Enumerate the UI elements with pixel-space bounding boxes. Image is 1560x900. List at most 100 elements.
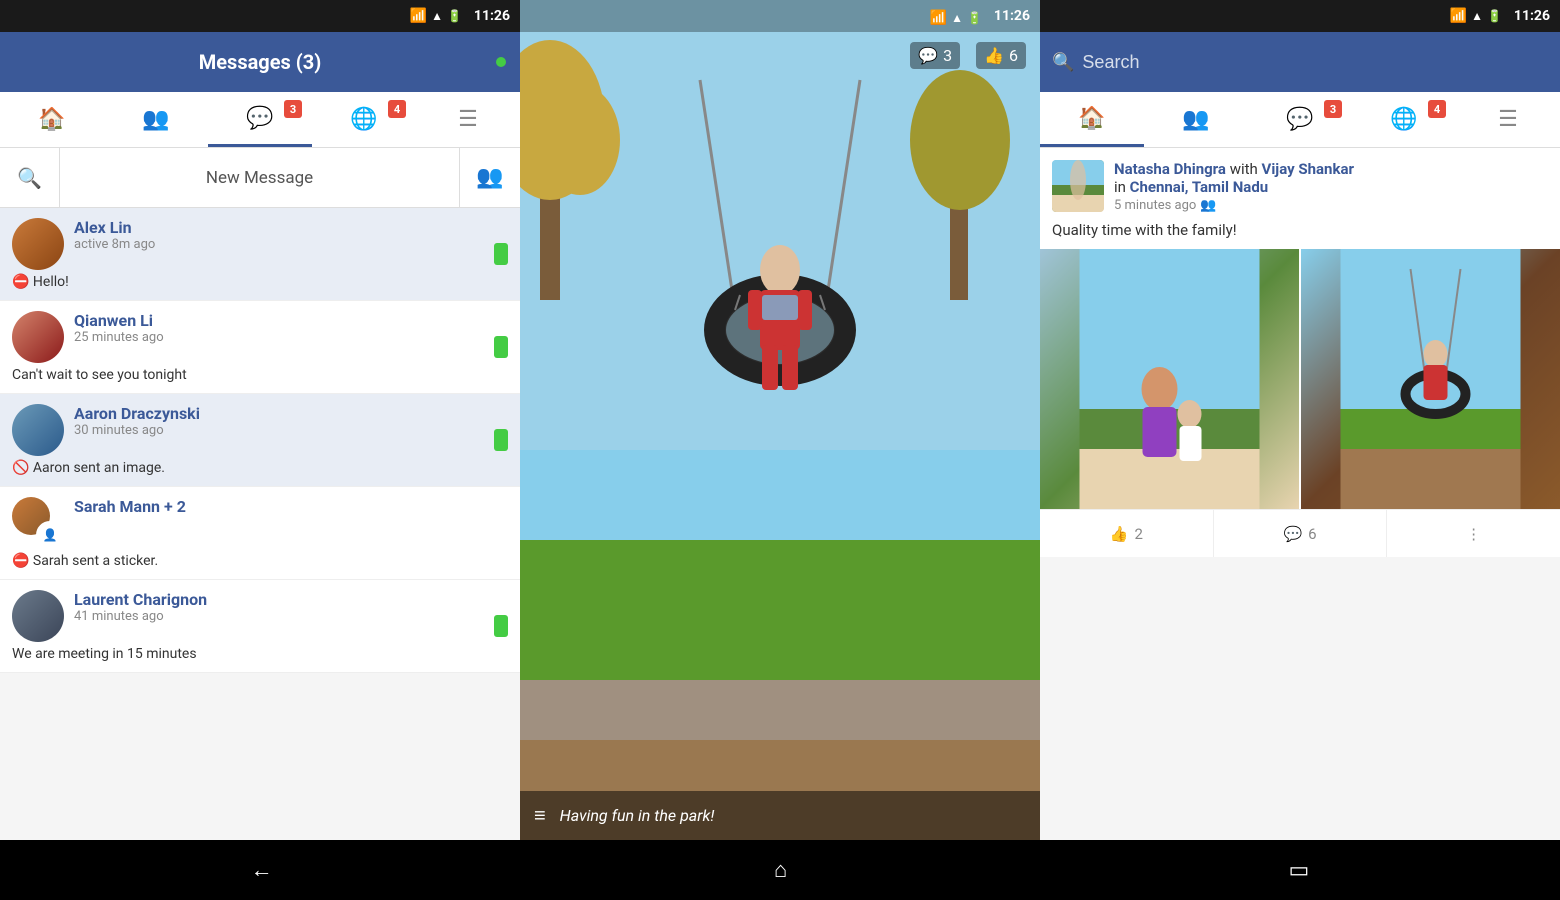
online-indicator <box>494 615 508 637</box>
nav-tabs-3: 🏠 👥 💬 3 🌐 4 ☰ <box>1040 92 1560 148</box>
list-item[interactable]: Laurent Charignon 41 minutes ago We are … <box>0 580 520 673</box>
online-indicator <box>494 336 508 358</box>
message-preview: ⛔ Hello! <box>12 274 508 290</box>
status-bar-1: 📶 ▲ 🔋 11:26 <box>0 0 520 32</box>
wifi-icon-3: 📶 <box>1450 8 1467 24</box>
avatar <box>12 404 64 456</box>
post-time-text: 5 minutes ago <box>1114 198 1196 213</box>
new-message-button[interactable]: New Message <box>60 148 460 207</box>
world-icon-1: 🌐 <box>350 107 377 132</box>
error-icon: ⛔ <box>12 274 29 290</box>
list-item[interactable]: Qianwen Li 25 minutes ago Can't wait to … <box>0 301 520 394</box>
message-time: 30 minutes ago <box>74 423 508 438</box>
post-image-right[interactable] <box>1301 249 1560 509</box>
green-dot <box>494 243 508 265</box>
messages-badge-1: 3 <box>284 100 302 118</box>
new-message-label: New Message <box>206 168 313 188</box>
messages-header: Messages (3) <box>0 32 520 92</box>
messages-toolbar: 🔍 New Message 👥 <box>0 148 520 208</box>
world-icon-3: 🌐 <box>1390 107 1417 132</box>
tab-menu-1[interactable]: ☰ <box>416 92 520 147</box>
message-content: Sarah Mann + 2 <box>74 497 508 516</box>
with-label: with <box>1230 160 1258 178</box>
signal-icon-2: ▲ <box>951 11 963 25</box>
avatar <box>12 311 64 363</box>
tab-friends-1[interactable]: 👥 <box>104 92 208 147</box>
tab-world-3[interactable]: 🌐 4 <box>1352 92 1456 147</box>
photo-status-icons: 📶 ▲ 🔋 <box>930 7 982 26</box>
like-icon: 👍 <box>984 46 1004 65</box>
photo-stats-overlay: 💬 3 👍 6 <box>520 32 1040 79</box>
comment-count: 6 <box>1308 525 1316 543</box>
message-preview: We are meeting in 15 minutes <box>12 646 508 662</box>
avatar-secondary: 👤 <box>36 521 64 549</box>
online-indicator <box>494 243 508 265</box>
comment-button[interactable]: 💬 6 <box>1214 510 1388 557</box>
tab-friends-3[interactable]: 👥 <box>1144 92 1248 147</box>
message-content: Aaron Draczynski 30 minutes ago <box>74 404 508 438</box>
battery-icon-3: 🔋 <box>1487 9 1502 23</box>
messages-title: Messages (3) <box>199 50 322 74</box>
avatar <box>1052 160 1104 212</box>
group-button[interactable]: 👥 <box>460 148 520 207</box>
like-count: 2 <box>1134 525 1142 543</box>
tab-home-1[interactable]: 🏠 <box>0 92 104 147</box>
signal-icon: ▲ <box>431 9 443 23</box>
group-icon: 👥 <box>476 165 503 190</box>
tab-home-3[interactable]: 🏠 <box>1040 92 1144 147</box>
error-icon: 🚫 <box>12 460 29 476</box>
sender-name: Sarah Mann + 2 <box>74 497 508 516</box>
tab-messages-3[interactable]: 💬 3 <box>1248 92 1352 147</box>
home-icon-1: 🏠 <box>38 107 65 132</box>
hamburger-icon[interactable]: ≡ <box>534 803 546 828</box>
photo-time: 11:26 <box>994 8 1030 24</box>
avatar <box>12 590 64 642</box>
recents-button-3[interactable]: ▭ <box>1289 858 1310 883</box>
search-button[interactable]: 🔍 <box>0 148 60 207</box>
list-item[interactable]: Alex Lin active 8m ago ⛔ Hello! <box>0 208 520 301</box>
list-item[interactable]: Aaron Draczynski 30 minutes ago 🚫 Aaron … <box>0 394 520 487</box>
wifi-icon: 📶 <box>410 8 427 24</box>
tab-world-1[interactable]: 🌐 4 <box>312 92 416 147</box>
post-time: 5 minutes ago 👥 <box>1114 198 1548 213</box>
message-time: 25 minutes ago <box>74 330 508 345</box>
post-meta: Natasha Dhingra with Vijay Shankar in Ch… <box>1114 160 1548 213</box>
sender-name: Laurent Charignon <box>74 590 508 609</box>
sender-name: Aaron Draczynski <box>74 404 508 423</box>
more-button[interactable]: ⋮ <box>1387 510 1560 557</box>
message-time: active 8m ago <box>74 237 508 252</box>
home-icon-3: 🏠 <box>1078 106 1105 131</box>
back-button-3[interactable]: ← <box>251 857 273 883</box>
home-button-3[interactable]: ⌂ <box>774 857 787 883</box>
post-image-left[interactable] <box>1040 249 1299 509</box>
post-location: Chennai, Tamil Nadu <box>1130 178 1269 196</box>
comment-count: 💬 3 <box>910 42 960 69</box>
search-icon: 🔍 <box>17 166 42 190</box>
online-dot <box>496 57 506 67</box>
green-dot <box>494 615 508 637</box>
tab-messages-1[interactable]: 💬 3 <box>208 92 312 147</box>
sender-name: Qianwen Li <box>74 311 508 330</box>
time-display-1: 11:26 <box>474 8 510 24</box>
message-preview: Can't wait to see you tonight <box>12 367 508 383</box>
message-preview: 🚫 Aaron sent an image. <box>12 460 508 476</box>
like-number: 6 <box>1009 46 1018 65</box>
like-button[interactable]: 👍 2 <box>1040 510 1214 557</box>
tab-menu-3[interactable]: ☰ <box>1456 92 1560 147</box>
list-item[interactable]: 👤 Sarah Mann + 2 ⛔ Sarah sent a sticker. <box>0 487 520 580</box>
battery-icon-2: 🔋 <box>967 11 982 25</box>
comment-icon: 💬 <box>918 46 938 65</box>
search-input[interactable] <box>1082 52 1548 73</box>
post-header: Natasha Dhingra with Vijay Shankar in Ch… <box>1040 148 1560 221</box>
search-header: 🔍 <box>1040 32 1560 92</box>
status-icons-3: 📶 ▲ 🔋 <box>1450 8 1502 24</box>
messages-icon-3: 💬 <box>1286 107 1313 132</box>
like-icon: 👍 <box>1110 525 1129 543</box>
post-actions: 👍 2 💬 6 ⋮ <box>1040 509 1560 557</box>
messages-screen: 📶 ▲ 🔋 11:26 Messages (3) 🏠 👥 💬 3 <box>0 0 520 900</box>
photo-caption-bar: ≡ Having fun in the park! <box>520 791 1040 840</box>
sender-name: Alex Lin <box>74 218 508 237</box>
avatar: 👤 <box>12 497 64 549</box>
comment-number: 3 <box>943 46 952 65</box>
messages-badge-3: 3 <box>1324 100 1342 118</box>
